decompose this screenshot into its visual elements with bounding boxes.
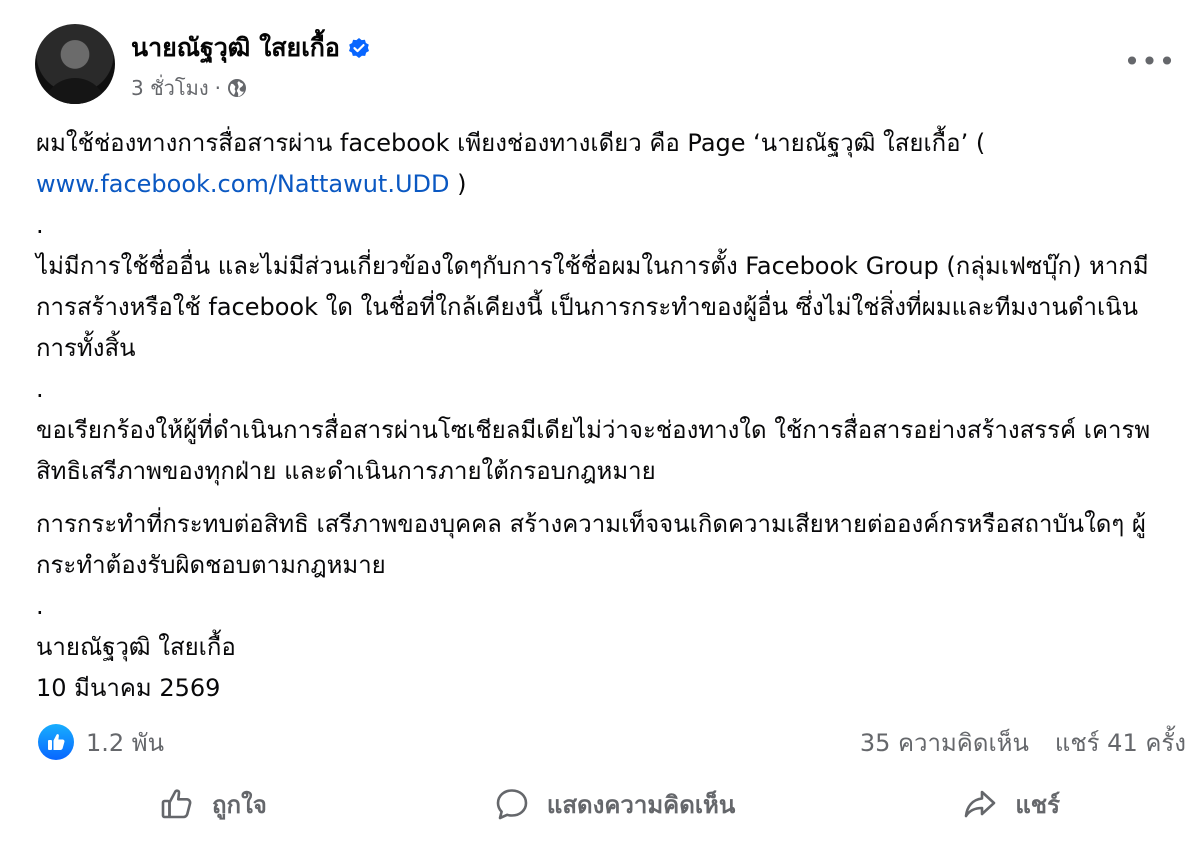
engagement-counts: 35 ความคิดเห็น แชร์ 41 ครั้ง <box>860 723 1186 762</box>
dot-separator-1: . <box>36 211 44 239</box>
share-button[interactable]: แชร์ <box>843 785 1180 824</box>
thumbs-up-icon <box>160 787 194 821</box>
comment-count[interactable]: 35 ความคิดเห็น <box>860 723 1029 762</box>
like-label: ถูกใจ <box>212 790 267 819</box>
paragraph-1-end: ) <box>449 170 467 198</box>
post-paragraph-4: การกระทำที่กระทบต่อสิทธิ เสรีภาพของบุคคล… <box>36 510 1146 579</box>
author-name[interactable]: นายณัฐวุฒิ ใสยเกื้อ <box>131 28 340 68</box>
post-timestamp[interactable]: 3 ชั่วโมง <box>131 72 209 104</box>
comment-label: แสดงความคิดเห็น <box>546 790 736 819</box>
globe-icon[interactable] <box>227 78 247 98</box>
meta-separator: · <box>214 76 221 100</box>
share-label: แชร์ <box>1015 790 1060 819</box>
post-paragraph-3: ขอเรียกร้องให้ผู้ที่ดำเนินการสื่อสารผ่าน… <box>36 416 1151 485</box>
reactions-summary[interactable]: 1.2 พัน <box>38 723 164 762</box>
post-body: ผมใช้ช่องทางการสื่อสารผ่าน facebook เพีย… <box>36 123 1176 709</box>
dot-separator-3: . <box>36 592 44 620</box>
share-count[interactable]: แชร์ 41 ครั้ง <box>1055 723 1186 762</box>
post-stats: 1.2 พัน 35 ความคิดเห็น แชร์ 41 ครั้ง <box>38 722 1186 762</box>
author-row: นายณัฐวุฒิ ใสยเกื้อ <box>131 28 370 68</box>
post-paragraph-1: ผมใช้ช่องทางการสื่อสารผ่าน facebook เพีย… <box>36 123 1176 205</box>
action-bar: ถูกใจ แสดงความคิดเห็น แชร์ <box>20 774 1180 834</box>
post-meta: 3 ชั่วโมง · <box>131 72 247 104</box>
comment-button[interactable]: แสดงความคิดเห็น <box>455 785 775 824</box>
post-paragraph-2: ไม่มีการใช้ชื่ออื่น และไม่มีส่วนเกี่ยวข้… <box>36 252 1149 362</box>
post-signature: นายณัฐวุฒิ ใสยเกื้อ <box>36 633 236 661</box>
reaction-count: 1.2 พัน <box>86 728 165 757</box>
like-reaction-icon <box>38 724 74 760</box>
more-options-icon[interactable]: ••• <box>1124 45 1176 78</box>
author-avatar[interactable] <box>35 24 115 104</box>
post-date: 10 มีนาคม 2569 <box>36 674 221 702</box>
paragraph-1-text: ผมใช้ช่องทางการสื่อสารผ่าน facebook เพีย… <box>36 129 986 157</box>
page-link[interactable]: www.facebook.com/Nattawut.UDD <box>36 170 450 198</box>
like-button[interactable]: ถูกใจ <box>20 785 387 824</box>
comment-bubble-icon <box>495 787 529 821</box>
dot-separator-2: . <box>36 375 44 403</box>
verified-badge-icon <box>348 37 370 59</box>
avatar-silhouette <box>43 78 107 104</box>
share-arrow-icon <box>963 787 997 821</box>
post-card: นายณัฐวุฒิ ใสยเกื้อ 3 ชั่วโมง · ••• ผมใช… <box>0 0 1200 843</box>
